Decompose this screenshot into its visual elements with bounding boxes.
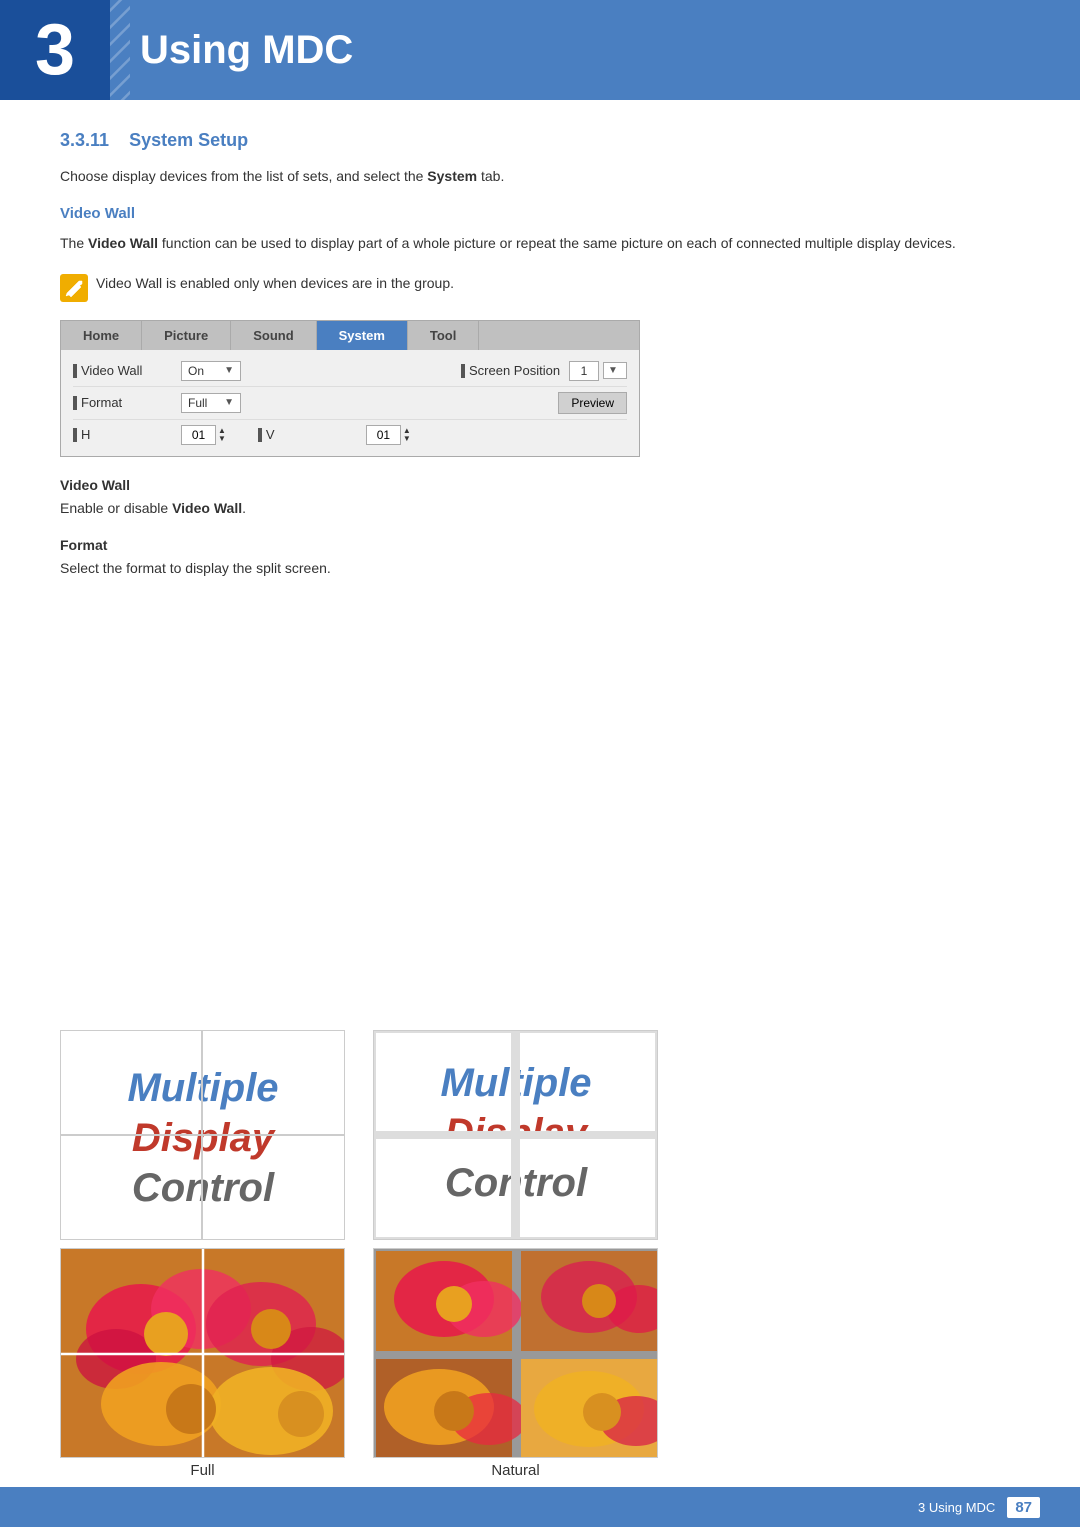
screen-position-dropdown[interactable]: ▼ [603, 362, 627, 379]
label-bar-videowall [73, 364, 77, 378]
videowall-dropdown[interactable]: On ▼ [181, 361, 241, 381]
format-bottom-row: Full [60, 1248, 1020, 1479]
label-bar-v [258, 428, 262, 442]
section-number: 3.3.11 [60, 130, 109, 150]
panel-label-h: H [73, 427, 173, 442]
screen-position-arrow: ▼ [608, 365, 618, 376]
format-natural-mdc: Multiple Multiple Display Display Contro… [373, 1030, 658, 1240]
tab-home[interactable]: Home [61, 321, 142, 350]
pencil-icon [64, 278, 84, 298]
vw-desc-end: function can be used to display part of … [158, 235, 956, 251]
h-down-arrow[interactable]: ▼ [218, 435, 226, 443]
intro-text-start: Choose display devices from the list of … [60, 168, 427, 184]
format-full-flower: Full [60, 1248, 345, 1479]
ui-panel: Home Picture Sound System Tool Video Wal… [60, 320, 640, 457]
panel-label-videowall: Video Wall [73, 363, 173, 378]
panel-label-v: V [258, 427, 358, 442]
section-title-text: System Setup [129, 130, 248, 150]
format-natural-flower-box [373, 1248, 658, 1458]
h-stepper-arrows: ▲ ▼ [218, 427, 226, 443]
natural-mdc-svg: Multiple Multiple Display Display Contro… [374, 1031, 657, 1239]
full-mdc-svg: Multiple Display Control [61, 1031, 344, 1239]
format-section-full: Multiple Display Control [60, 1030, 1020, 1487]
label-bar-h [73, 428, 77, 442]
footer-page-number: 87 [1007, 1497, 1040, 1518]
main-content: 3.3.11 System Setup Choose display devic… [60, 130, 1020, 598]
chapter-box: 3 [0, 0, 110, 100]
v-input[interactable] [366, 425, 401, 445]
tab-bar: Home Picture Sound System Tool [61, 321, 639, 350]
tab-system[interactable]: System [317, 321, 408, 350]
v-down-arrow[interactable]: ▼ [403, 435, 411, 443]
format-dropdown[interactable]: Full ▼ [181, 393, 241, 413]
videowall-value: On [188, 364, 204, 378]
note-box: Video Wall is enabled only when devices … [60, 273, 1020, 302]
screen-position-control: 1 ▼ [569, 361, 627, 381]
format-natural-flower: Natural [373, 1248, 658, 1479]
h-label-text: H [81, 427, 90, 442]
videowall-label-text: Video Wall [81, 363, 142, 378]
video-wall-title: Video Wall [60, 205, 1020, 222]
preview-button[interactable]: Preview [558, 392, 627, 414]
videowall-enable-desc: Enable or disable Video Wall. [60, 497, 1020, 519]
format-caption-full: Full [60, 1462, 345, 1479]
screen-position-label: Screen Position [461, 363, 561, 378]
panel-label-format: Format [73, 395, 173, 410]
v-label-text: V [266, 427, 275, 442]
panel-row-format: Format Full ▼ Preview [73, 387, 627, 420]
format-natural-mdc-box: Multiple Multiple Display Display Contro… [373, 1030, 658, 1240]
format-caption-natural: Natural [373, 1462, 658, 1479]
chapter-number: 3 [35, 9, 75, 91]
videowall-dropdown-arrow: ▼ [224, 365, 234, 376]
h-stepper: ▲ ▼ [181, 425, 226, 445]
format-full-mdc: Multiple Display Control [60, 1030, 345, 1240]
h-input[interactable] [181, 425, 216, 445]
natural-flower-svg [374, 1249, 658, 1458]
tab-tool[interactable]: Tool [408, 321, 479, 350]
videowall-dropdown-control: On ▼ [181, 361, 241, 381]
intro-bold-text: System [427, 168, 477, 184]
panel-row-videowall: Video Wall On ▼ Screen Position 1 ▼ [73, 356, 627, 387]
format-label-text: Format [81, 395, 122, 410]
svg-text:Control: Control [132, 1166, 275, 1210]
section-heading: 3.3.11 System Setup [60, 130, 1020, 151]
format-value: Full [188, 396, 207, 410]
vw-desc-start: The [60, 235, 88, 251]
v-stepper: ▲ ▼ [366, 425, 411, 445]
svg-text:Display: Display [132, 1116, 276, 1160]
note-text: Video Wall is enabled only when devices … [96, 273, 454, 294]
format-dropdown-control: Full ▼ [181, 393, 241, 413]
label-bar-format [73, 396, 77, 410]
vw-desc-bold: Video Wall [88, 235, 158, 251]
tab-picture[interactable]: Picture [142, 321, 231, 350]
vw-enable-bold: Video Wall [172, 500, 242, 516]
sub-label-videowall: Video Wall [60, 477, 1020, 493]
footer: 3 Using MDC 87 [0, 1487, 1080, 1527]
full-flower-svg [61, 1249, 345, 1458]
format-full-mdc-box: Multiple Display Control [60, 1030, 345, 1240]
chapter-title: Using MDC [140, 28, 353, 73]
note-icon [60, 274, 88, 302]
format-split-desc: Select the format to display the split s… [60, 557, 1020, 579]
footer-section-text: 3 Using MDC [918, 1500, 995, 1515]
tab-sound[interactable]: Sound [231, 321, 316, 350]
intro-text-end: tab. [477, 168, 504, 184]
label-bar-screenpos [461, 364, 465, 378]
vw-enable-end: . [242, 500, 246, 516]
v-stepper-arrows: ▲ ▼ [403, 427, 411, 443]
format-dropdown-arrow: ▼ [224, 397, 234, 408]
sub-label-format: Format [60, 537, 1020, 553]
video-wall-desc: The Video Wall function can be used to d… [60, 232, 1020, 254]
screen-position-text: Screen Position [469, 363, 560, 378]
intro-paragraph: Choose display devices from the list of … [60, 165, 1020, 187]
format-full-flower-box [60, 1248, 345, 1458]
panel-body: Video Wall On ▼ Screen Position 1 ▼ [61, 350, 639, 456]
vw-enable-start: Enable or disable [60, 500, 172, 516]
format-top-row: Multiple Display Control [60, 1030, 1020, 1240]
header-bar: 3 Using MDC [0, 0, 1080, 100]
screen-position-value: 1 [569, 361, 599, 381]
panel-row-hv: H ▲ ▼ V ▲ ▼ [73, 420, 627, 450]
